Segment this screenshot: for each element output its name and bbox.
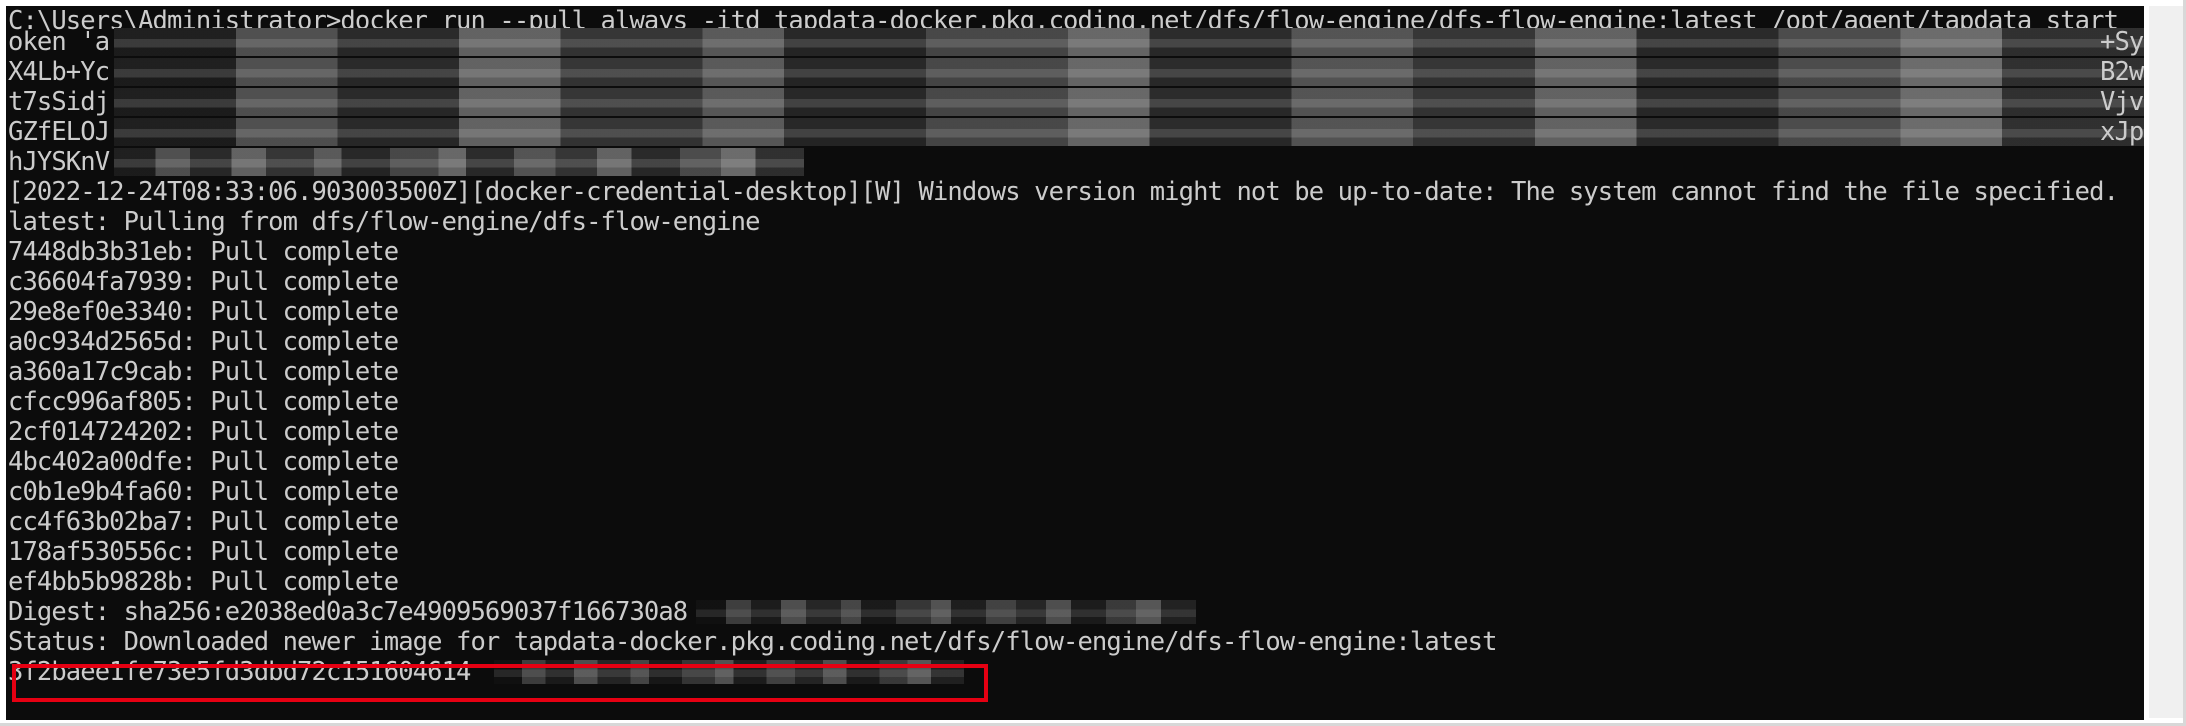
redacted-token-block — [114, 28, 2144, 56]
layer-line: cfcc996af805: Pull complete — [8, 387, 399, 417]
layer-line: c36604fa7939: Pull complete — [8, 267, 399, 297]
status-line: Status: Downloaded newer image for tapda… — [8, 627, 1497, 657]
layer-line: a360a17c9cab: Pull complete — [8, 357, 399, 387]
layer-line: 29e8ef0e3340: Pull complete — [8, 297, 399, 327]
redacted-digest-block — [696, 600, 1196, 624]
redacted-token-block — [114, 88, 2144, 116]
layer-line: 2cf014724202: Pull complete — [8, 417, 399, 447]
terminal-window: C:\Users\Administrator>docker run --pull… — [0, 0, 2186, 726]
token-line-prefix: oken 'a — [8, 27, 110, 57]
token-line-suffix: xJp — [2100, 117, 2144, 147]
token-line-suffix: +Sy — [2100, 27, 2144, 57]
pull-header-line: latest: Pulling from dfs/flow-engine/dfs… — [8, 207, 760, 237]
token-line-suffix: Vjv — [2100, 87, 2144, 117]
token-line-prefix: t7sSidj — [8, 87, 110, 117]
layer-line: c0b1e9b4fa60: Pull complete — [8, 477, 399, 507]
redacted-token-block — [114, 118, 2144, 146]
warning-line: [2022-12-24T08:33:06.903003500Z][docker-… — [8, 177, 2119, 207]
container-id-highlight — [12, 664, 988, 702]
redacted-token-block — [114, 58, 2144, 86]
layer-line: ef4bb5b9828b: Pull complete — [8, 567, 399, 597]
digest-line: Digest: sha256:e2038ed0a3c7e4909569037f1… — [8, 597, 688, 627]
token-line-prefix: X4Lb+Yc — [8, 57, 110, 87]
token-line-prefix: hJYSKnV — [8, 147, 110, 177]
vertical-scrollbar[interactable] — [2149, 6, 2183, 718]
layer-line: 4bc402a00dfe: Pull complete — [8, 447, 399, 477]
terminal-output[interactable]: C:\Users\Administrator>docker run --pull… — [6, 6, 2144, 720]
layer-line: cc4f63b02ba7: Pull complete — [8, 507, 399, 537]
layer-line: a0c934d2565d: Pull complete — [8, 327, 399, 357]
token-line-prefix: GZfELOJ — [8, 117, 110, 147]
token-line-suffix: B2w — [2100, 57, 2144, 87]
layer-line: 178af530556c: Pull complete — [8, 537, 399, 567]
layer-line: 7448db3b31eb: Pull complete — [8, 237, 399, 267]
redacted-token-block — [114, 148, 804, 176]
